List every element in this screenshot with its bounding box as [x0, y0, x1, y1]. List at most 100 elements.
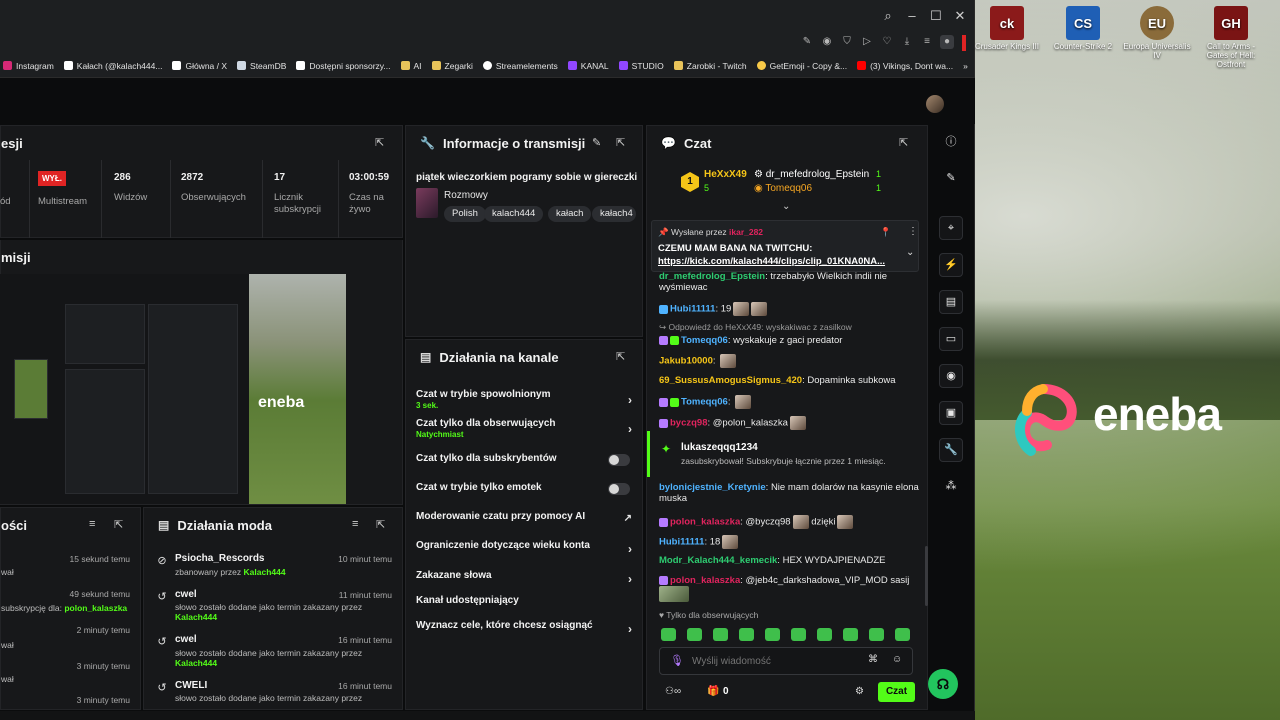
close-icon[interactable]: ✕ — [951, 7, 969, 25]
chat-username[interactable]: polon_kalaszka — [670, 575, 740, 586]
stream-tag[interactable]: kałach — [548, 206, 592, 222]
bookmark-steamdb[interactable]: SteamDB — [237, 61, 286, 71]
menu-icon[interactable]: ≡ — [920, 35, 934, 49]
users-icon[interactable]: ⚇∞ — [665, 686, 681, 697]
bookmark-getemoji[interactable]: GetEmoji - Copy &... — [756, 61, 847, 71]
stat-multistream[interactable]: Multistream — [30, 160, 102, 238]
bookmarks-overflow-icon[interactable]: » — [963, 61, 968, 71]
edit-icon[interactable]: ✎ — [800, 35, 814, 49]
subscribers-only-toggle[interactable] — [608, 454, 630, 466]
emote-icon[interactable] — [843, 628, 858, 641]
chat-username[interactable]: Hubi11111 — [670, 304, 715, 315]
command-icon[interactable]: ⌘ — [868, 654, 878, 665]
slow-mode-row[interactable]: Czat w trybie spowolnionym 3 sek. › — [416, 389, 632, 410]
channel-icon[interactable]: ▣ — [939, 401, 963, 425]
popout-icon[interactable]: ⇱ — [899, 136, 908, 149]
stream-tag[interactable]: kałach4 — [592, 206, 636, 222]
send-chat-button[interactable]: Czat — [878, 682, 915, 702]
chat-scrollbar[interactable] — [925, 546, 928, 606]
emote-icon[interactable] — [661, 628, 676, 641]
chat-username[interactable]: lukaszeqqq1234 — [681, 442, 758, 453]
popout-icon[interactable]: ⇱ — [114, 518, 123, 531]
user-avatar[interactable] — [926, 95, 944, 113]
emote-icon[interactable] — [791, 628, 806, 641]
pinned-by-user[interactable]: ikar_282 — [729, 227, 763, 237]
emote-icon[interactable] — [713, 628, 728, 641]
chat-username[interactable]: Tomeqq06 — [681, 397, 728, 408]
mod-action-by[interactable]: Kalach444 — [175, 612, 217, 622]
emote-icon[interactable] — [895, 628, 910, 641]
bookmark-youtube[interactable]: (3) Vikings, Dont wa... — [857, 61, 953, 71]
popout-icon[interactable]: ⇱ — [616, 350, 625, 363]
bookmark-sponsors[interactable]: Dostępni sponsorzy... — [296, 61, 391, 71]
emote-icon[interactable] — [739, 628, 754, 641]
top-chatter-2[interactable]: ⚙ dr_mefedrolog_Epstein — [754, 169, 869, 180]
chevron-down-icon[interactable]: ⌄ — [906, 247, 914, 258]
hosting-row[interactable]: Kanał udostępniający — [416, 595, 632, 606]
pinned-link[interactable]: https://kick.com/kalach444/clips/clip_01… — [658, 256, 894, 267]
bookmark-x[interactable]: Główna / X — [172, 61, 227, 71]
bookmark-kanal[interactable]: KANAL — [567, 61, 609, 71]
target-icon[interactable]: ⌖ — [939, 216, 963, 240]
popout-icon[interactable]: ⇱ — [375, 136, 384, 149]
desktop-icon-counter-strike[interactable]: CS Counter-Strike 2 — [1048, 6, 1118, 51]
chat-reply-context[interactable]: ↪ Odpowiedź do HeXxX49: wyskakiwac z zas… — [659, 322, 919, 333]
microphone-icon[interactable]: 🎙 — [670, 654, 684, 667]
chat-username[interactable]: Hubi11111 — [659, 537, 704, 548]
filter-icon[interactable]: ≡ — [352, 518, 358, 530]
camera-icon[interactable]: ◉ — [820, 35, 834, 49]
stream-preview-video[interactable]: eneba — [0, 274, 346, 504]
chat-username[interactable]: polon_kalaszka — [670, 517, 740, 528]
pin-icon[interactable]: 📍 — [880, 227, 891, 238]
mod-action-target[interactable]: Psiocha_Rescords — [175, 553, 265, 564]
account-age-row[interactable]: Ograniczenie dotyczące wieku konta › — [416, 540, 632, 556]
emote-icon[interactable] — [869, 628, 884, 641]
chat-username[interactable]: byczq98 — [670, 418, 708, 429]
bookmark-studio[interactable]: STUDIO — [618, 61, 664, 71]
bookmark-folder-zarobki[interactable]: Zarobki - Twitch — [673, 61, 747, 71]
banned-words-row[interactable]: Zakazane słowa › — [416, 570, 632, 586]
shield-icon[interactable]: ⛉ — [840, 35, 854, 49]
search-icon[interactable]: ⌕ — [879, 7, 897, 25]
emoji-icon[interactable]: ☺ — [892, 654, 902, 665]
emote-only-toggle[interactable] — [608, 483, 630, 495]
support-headset-icon[interactable]: ☊ — [928, 669, 958, 699]
mod-action-by[interactable]: Kalach444 — [244, 567, 286, 577]
emote-icon[interactable] — [765, 628, 780, 641]
info-icon[interactable]: ⓘ — [939, 131, 963, 155]
ai-moderation-row[interactable]: Moderowanie czatu przy pomocy AI ↗ — [416, 511, 632, 524]
activity-username[interactable]: polon_kalaszka — [64, 603, 127, 613]
edit-icon[interactable]: ✎ — [592, 136, 601, 149]
bookmark-folder-zegarki[interactable]: Zegarki — [431, 61, 473, 71]
bookmark-folder-ai[interactable]: AI — [400, 61, 422, 71]
emote-icon[interactable] — [817, 628, 832, 641]
chat-username[interactable]: dr_mefedrolog_Epstein — [659, 271, 765, 282]
minimize-icon[interactable]: – — [903, 7, 921, 25]
chat-username[interactable]: bylonicjestnie_Kretynie — [659, 482, 766, 493]
chat-input[interactable] — [692, 653, 852, 669]
apps-icon[interactable]: ⁂ — [939, 475, 963, 499]
more-options-icon[interactable]: ⋮ — [908, 226, 918, 237]
broadcast-icon[interactable]: ◉ — [939, 364, 963, 388]
chat-username[interactable]: Jakub10000 — [659, 356, 713, 367]
goals-row[interactable]: Wyznacz cele, które chcesz osiągnąć › — [416, 620, 632, 636]
desktop-icon-crusader-kings[interactable]: ck Crusader Kings III — [972, 6, 1042, 51]
download-icon[interactable]: ⤓ — [900, 35, 914, 49]
chat-username[interactable]: Modr_Kalach444_kemecik — [659, 555, 777, 566]
pencil-icon[interactable]: ✎ — [939, 167, 963, 191]
wrench-icon[interactable]: 🔧 — [939, 438, 963, 462]
popout-icon[interactable]: ⇱ — [616, 136, 625, 149]
maximize-icon[interactable]: ☐ — [927, 7, 945, 25]
popout-icon[interactable]: ⇱ — [376, 518, 385, 531]
stream-category[interactable]: Rozmowy — [444, 190, 488, 201]
followers-only-row[interactable]: Czat tylko dla obserwujących Natychmiast › — [416, 418, 632, 439]
heart-icon[interactable]: ♡ — [880, 35, 894, 49]
chat-icon[interactable]: ▭ — [939, 327, 963, 351]
desktop-icon-gates-of-hell[interactable]: GH Call to Arms - Gates of Hell: Ostfron… — [1196, 6, 1266, 69]
lightning-icon[interactable]: ⚡ — [939, 253, 963, 277]
top-chatter-3[interactable]: ◉ Tomeqq06 — [754, 183, 812, 194]
play-icon[interactable]: ▷ — [860, 35, 874, 49]
bookmark-tiktok[interactable]: Kałach (@kalach444... — [63, 61, 162, 71]
emote-icon[interactable] — [687, 628, 702, 641]
gear-icon[interactable]: ⚙ — [855, 686, 864, 697]
